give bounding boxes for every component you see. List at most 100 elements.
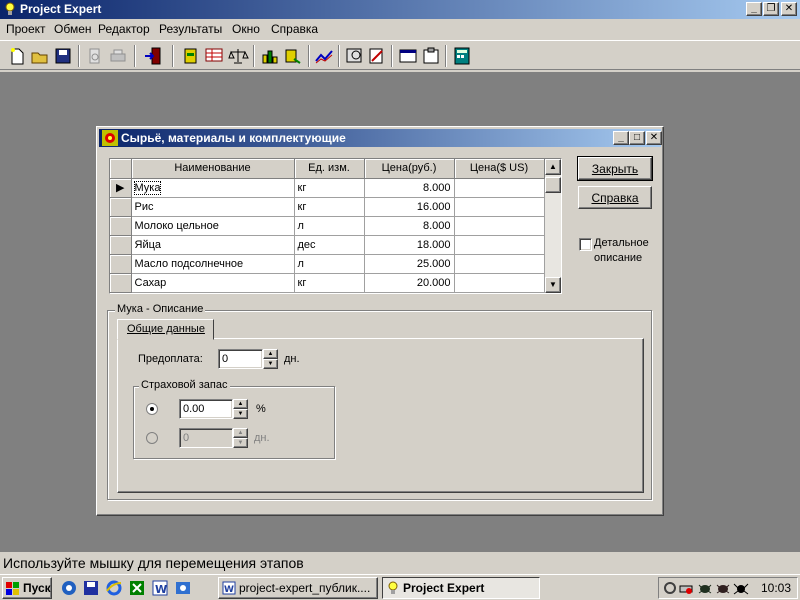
new-file-icon[interactable] <box>6 45 28 67</box>
spin-down-arrow-icon[interactable]: ▼ <box>233 438 248 448</box>
cell-price-rub[interactable]: 16.000 <box>364 197 455 217</box>
scroll-thumb[interactable] <box>545 177 561 193</box>
menu-project[interactable]: Проект <box>6 22 46 36</box>
cell-name[interactable]: Яйца <box>131 235 295 255</box>
cell-unit[interactable]: кг <box>294 178 365 198</box>
prepayment-spinner[interactable]: ▲ ▼ <box>263 349 278 369</box>
spin-down-arrow-icon[interactable]: ▼ <box>263 359 278 369</box>
calculator-icon[interactable] <box>451 45 473 67</box>
cell-name[interactable]: Масло подсолнечное <box>131 254 295 274</box>
cell-price-rub[interactable]: 8.000 <box>364 178 455 198</box>
tab-general-data[interactable]: Общие данные <box>117 319 214 340</box>
spin-up-arrow-icon[interactable]: ▲ <box>233 399 248 409</box>
cell-name[interactable]: Рис <box>131 197 295 217</box>
cell-price-rub[interactable]: 20.000 <box>364 273 455 293</box>
cell-price-usd[interactable] <box>454 216 545 236</box>
tray-bug-icon[interactable] <box>697 581 713 595</box>
cell-unit[interactable]: кг <box>294 197 365 217</box>
table-row[interactable]: Яйца дес 18.000 <box>110 235 545 255</box>
minimize-button[interactable]: _ <box>746 2 762 16</box>
cell-price-rub[interactable]: 8.000 <box>364 216 455 236</box>
cell-unit[interactable]: кг <box>294 273 365 293</box>
table-row[interactable]: Масло подсолнечное л 25.000 <box>110 254 545 274</box>
cell-name[interactable]: Молоко цельное <box>131 216 295 236</box>
save-icon[interactable] <box>52 45 74 67</box>
grid-vertical-scrollbar[interactable]: ▲ ▼ <box>545 159 561 293</box>
open-folder-icon[interactable] <box>29 45 51 67</box>
report-edit-icon[interactable] <box>366 45 388 67</box>
outlook-icon[interactable] <box>174 579 192 597</box>
stock-days-input[interactable]: 0 <box>179 428 233 448</box>
column-header-price-rub[interactable]: Цена(руб.) <box>364 159 455 179</box>
print-icon[interactable] <box>107 45 129 67</box>
floppy-quicklaunch-icon[interactable] <box>82 579 100 597</box>
dialog-maximize-button[interactable]: □ <box>629 131 645 145</box>
close-button[interactable]: Закрыть <box>577 156 653 181</box>
dialog-minimize-button[interactable]: _ <box>613 131 629 145</box>
scroll-up-arrow-icon[interactable]: ▲ <box>545 159 561 175</box>
scroll-down-arrow-icon[interactable]: ▼ <box>545 277 561 293</box>
close-app-button[interactable]: ✕ <box>781 2 797 16</box>
stock-percent-spinner[interactable]: ▲ ▼ <box>233 399 248 419</box>
clipboard-icon[interactable] <box>420 45 442 67</box>
stock-percent-radio[interactable] <box>146 403 158 415</box>
window-icon[interactable] <box>397 45 419 67</box>
restore-button[interactable]: ❐ <box>763 2 779 16</box>
menu-results[interactable]: Результаты <box>159 22 222 36</box>
bar-chart-icon[interactable] <box>259 45 281 67</box>
tray-printer-icon[interactable] <box>679 581 693 595</box>
print-preview-icon[interactable] <box>84 45 106 67</box>
table-row[interactable]: Рис кг 16.000 <box>110 197 545 217</box>
table-row[interactable]: Сахар кг 20.000 <box>110 273 545 293</box>
module-icon[interactable] <box>180 45 202 67</box>
cell-price-rub[interactable]: 18.000 <box>364 235 455 255</box>
cell-price-usd[interactable] <box>454 273 545 293</box>
tray-sync-icon[interactable] <box>663 581 677 595</box>
cell-name[interactable]: Мука <box>131 178 295 198</box>
analysis-icon[interactable] <box>344 45 366 67</box>
spin-up-arrow-icon[interactable]: ▲ <box>233 428 248 438</box>
task-project-expert[interactable]: Project Expert <box>382 577 540 599</box>
line-graph-icon[interactable] <box>313 45 335 67</box>
cell-unit[interactable]: л <box>294 254 365 274</box>
column-header-price-usd[interactable]: Цена($ US) <box>454 159 545 179</box>
browser-quicklaunch-icon[interactable] <box>60 579 78 597</box>
column-header-name[interactable]: Наименование <box>131 159 295 179</box>
word-icon[interactable]: W <box>151 579 169 597</box>
cell-unit[interactable]: л <box>294 216 365 236</box>
spin-up-arrow-icon[interactable]: ▲ <box>263 349 278 359</box>
cell-name[interactable]: Сахар <box>131 273 295 293</box>
table-row[interactable]: ▶ Мука кг 8.000 <box>110 178 545 198</box>
cell-price-usd[interactable] <box>454 235 545 255</box>
menu-editor[interactable]: Редактор <box>98 22 150 36</box>
help-button[interactable]: Справка <box>578 186 652 209</box>
column-header-unit[interactable]: Ед. изм. <box>294 159 365 179</box>
detail-description-checkbox[interactable] <box>579 238 592 251</box>
tray-spider-icon[interactable] <box>733 581 749 595</box>
prepayment-input[interactable]: 0 <box>218 349 263 369</box>
excel-icon[interactable] <box>128 579 146 597</box>
internet-explorer-icon[interactable] <box>105 579 123 597</box>
stock-days-spinner[interactable]: ▲ ▼ <box>233 428 248 448</box>
balance-scales-icon[interactable] <box>227 45 249 67</box>
start-button[interactable]: Пуск <box>2 577 52 599</box>
cell-unit[interactable]: дес <box>294 235 365 255</box>
cell-price-rub[interactable]: 25.000 <box>364 254 455 274</box>
menu-exchange[interactable]: Обмен <box>54 22 92 36</box>
stock-days-radio[interactable] <box>146 432 158 444</box>
spin-down-arrow-icon[interactable]: ▼ <box>233 409 248 419</box>
tray-virus-icon[interactable] <box>715 581 731 595</box>
dialog-close-button[interactable]: ✕ <box>646 131 662 145</box>
cell-price-usd[interactable] <box>454 197 545 217</box>
clock[interactable]: 10:03 <box>761 581 791 595</box>
materials-grid[interactable]: Наименование Ед. изм. Цена(руб.) Цена($ … <box>109 158 562 294</box>
cell-price-usd[interactable] <box>454 178 545 198</box>
cell-price-usd[interactable] <box>454 254 545 274</box>
menu-window[interactable]: Окно <box>232 22 260 36</box>
task-word-document[interactable]: W project-expert_публик.... <box>218 577 378 599</box>
menu-help[interactable]: Справка <box>271 22 318 36</box>
chart-export-icon[interactable] <box>282 45 304 67</box>
table-row[interactable]: Молоко цельное л 8.000 <box>110 216 545 236</box>
exit-door-icon[interactable] <box>142 45 164 67</box>
cashflow-table-icon[interactable] <box>203 45 225 67</box>
